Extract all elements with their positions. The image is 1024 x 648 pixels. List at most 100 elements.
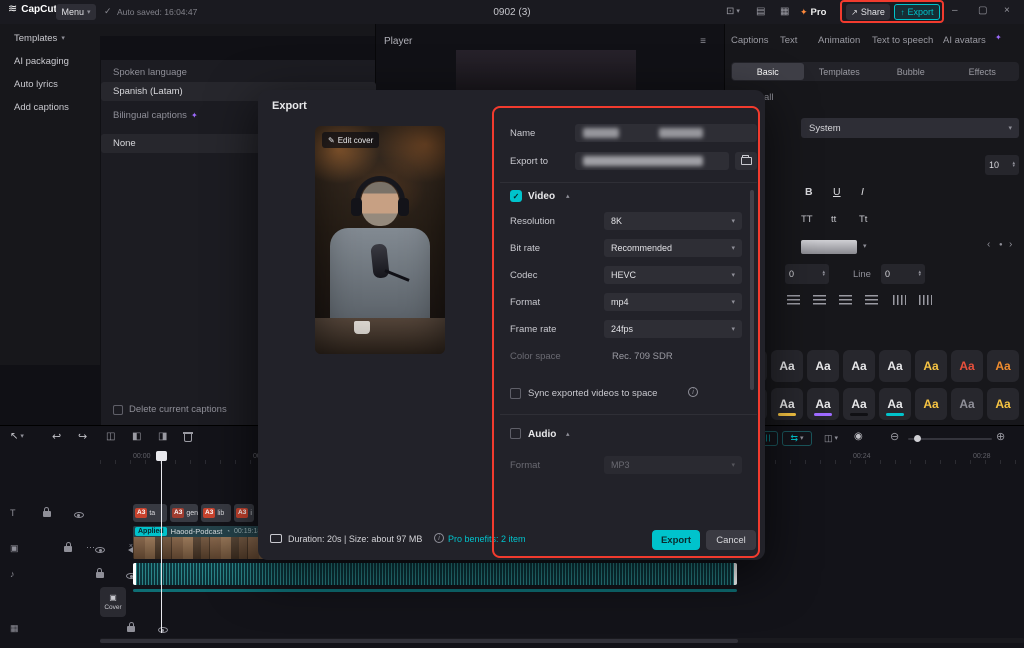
text-preset[interactable]: Aa <box>807 388 839 420</box>
export-button-top[interactable]: ↑Export <box>894 4 940 20</box>
delete-right-icon[interactable]: ◨ <box>158 432 167 442</box>
zoom-slider-handle[interactable] <box>914 435 921 442</box>
eye-icon[interactable] <box>158 627 168 633</box>
split-icon[interactable]: ◫ <box>106 432 115 442</box>
collapsed-track[interactable] <box>133 589 737 592</box>
track-view-button[interactable]: ◫▾ <box>816 431 846 446</box>
dialog-scrollbar[interactable] <box>750 190 754 390</box>
shortcut-icon[interactable]: ▤ <box>756 6 765 17</box>
align-vertical-left-button[interactable] <box>889 292 909 308</box>
trim-handle[interactable] <box>734 563 737 585</box>
text-preset[interactable]: Aa <box>915 388 947 420</box>
format-select[interactable]: mp4▾ <box>604 293 742 311</box>
more-icon[interactable]: ⋯ <box>86 543 95 552</box>
display-mode-icon[interactable]: ⊡▾ <box>726 6 740 17</box>
bitrate-select[interactable]: Recommended▾ <box>604 239 742 257</box>
audio-clip[interactable] <box>133 563 737 585</box>
text-preset[interactable]: Aa <box>843 350 875 382</box>
sidebar-item-ai-packaging[interactable]: AI packaging <box>14 56 69 67</box>
text-preset[interactable]: Aa <box>771 388 803 420</box>
audio-checkbox[interactable] <box>510 428 521 439</box>
resolution-select[interactable]: 8K▾ <box>604 212 742 230</box>
text-preset[interactable]: Aa <box>879 388 911 420</box>
menu-button[interactable]: Menu▾ <box>56 4 96 20</box>
chevron-down-icon[interactable]: ▾ <box>863 243 867 250</box>
caption-clip[interactable]: A3i <box>234 504 254 522</box>
close-button[interactable]: × <box>1004 5 1010 16</box>
subtab-bubble[interactable]: Bubble <box>875 63 947 80</box>
uppercase-button[interactable]: TT <box>801 214 813 225</box>
tab-text-to-speech[interactable]: Text to speech <box>872 35 933 46</box>
align-left-button[interactable] <box>783 292 803 308</box>
maximize-button[interactable]: ▢ <box>978 5 987 16</box>
prev-page-icon[interactable]: ‹ <box>987 239 990 250</box>
sync-checkbox[interactable] <box>510 388 521 399</box>
trash-icon[interactable] <box>184 434 192 442</box>
zoom-in-icon[interactable]: ⊕ <box>996 432 1005 443</box>
chevron-up-icon[interactable]: ▴ <box>566 193 570 200</box>
minimize-button[interactable]: – <box>952 5 958 16</box>
font-family-select[interactable]: System ▾ <box>801 118 1019 138</box>
redo-icon[interactable]: ↪ <box>78 432 87 443</box>
framerate-select[interactable]: 24fps▾ <box>604 320 742 338</box>
timeline-scrollbar-handle[interactable] <box>100 639 738 643</box>
select-tool-button[interactable]: ↖▾ <box>10 431 24 442</box>
video-checkbox[interactable]: ✓ <box>510 190 522 202</box>
subtab-effects[interactable]: Effects <box>947 63 1019 80</box>
text-preset[interactable]: Aa <box>915 350 947 382</box>
text-preset[interactable]: Aa <box>951 388 983 420</box>
bold-button[interactable]: B <box>805 186 813 198</box>
export-path-input[interactable] <box>575 152 729 170</box>
layout-icon[interactable]: ▦ <box>780 6 789 17</box>
lock-icon[interactable] <box>64 546 72 552</box>
tab-animation[interactable]: Animation <box>818 35 860 46</box>
cover-button[interactable]: ▣ Cover <box>100 587 126 617</box>
eye-icon[interactable] <box>74 512 84 518</box>
subtab-templates[interactable]: Templates <box>804 63 876 80</box>
text-preset[interactable]: Aa <box>987 350 1019 382</box>
line-stepper[interactable]: 0 ▴▾ <box>881 264 925 284</box>
align-vertical-right-button[interactable] <box>915 292 935 308</box>
underline-button[interactable]: U <box>833 186 841 198</box>
cancel-button[interactable]: Cancel <box>706 530 756 550</box>
share-button[interactable]: ↗Share <box>846 4 890 20</box>
caption-clip[interactable]: A3gene <box>170 504 198 522</box>
text-preset[interactable]: Aa <box>879 350 911 382</box>
pro-badge[interactable]: ✦ Pro <box>800 4 826 20</box>
export-confirm-button[interactable]: Export <box>652 530 700 550</box>
name-input[interactable] <box>575 124 757 142</box>
text-color-swatch[interactable] <box>801 240 857 254</box>
text-preset[interactable]: Aa <box>987 388 1019 420</box>
sidebar-item-auto-lyrics[interactable]: Auto lyrics <box>14 79 58 90</box>
lock-icon[interactable] <box>43 511 51 517</box>
sidebar-item-templates[interactable]: Templates▾ <box>14 33 65 44</box>
delete-left-icon[interactable]: ◧ <box>132 432 141 442</box>
align-right-button[interactable] <box>835 292 855 308</box>
italic-button[interactable]: I <box>861 186 864 198</box>
caption-clip[interactable]: A3lib <box>201 504 231 522</box>
tab-text-settings[interactable]: Text <box>780 35 797 46</box>
codec-select[interactable]: HEVC▾ <box>604 266 742 284</box>
text-preset[interactable]: Aa <box>951 350 983 382</box>
align-center-button[interactable] <box>809 292 829 308</box>
sidebar-item-add-captions[interactable]: Add captions <box>14 102 69 113</box>
text-preset[interactable]: Aa <box>807 350 839 382</box>
lock-icon[interactable] <box>127 626 135 632</box>
stepper-arrows-icon[interactable]: ▴▾ <box>822 271 825 277</box>
link-clips-button[interactable]: ⇆▾ <box>782 431 812 446</box>
stepper-arrows-icon[interactable]: ▴▾ <box>1012 162 1015 168</box>
stepper-arrows-icon[interactable]: ▴▾ <box>918 271 921 277</box>
timeline-scrollbar[interactable] <box>100 638 1024 643</box>
text-preset[interactable]: Aa <box>771 350 803 382</box>
spacing-stepper[interactable]: 0 ▴▾ <box>785 264 829 284</box>
align-justify-button[interactable] <box>861 292 881 308</box>
font-size-stepper[interactable]: 10 ▴▾ <box>985 155 1019 175</box>
delete-captions-row[interactable]: Delete current captions <box>113 404 227 415</box>
next-page-icon[interactable]: › <box>1009 239 1012 250</box>
tab-ai-avatars[interactable]: AI avatars <box>943 35 986 46</box>
playhead-line[interactable] <box>161 459 162 633</box>
text-preset[interactable]: Aa <box>843 388 875 420</box>
browse-folder-button[interactable] <box>735 152 757 170</box>
edit-cover-button[interactable]: ✎ Edit cover <box>322 132 379 148</box>
tab-captions-settings[interactable]: Captions <box>731 35 769 46</box>
